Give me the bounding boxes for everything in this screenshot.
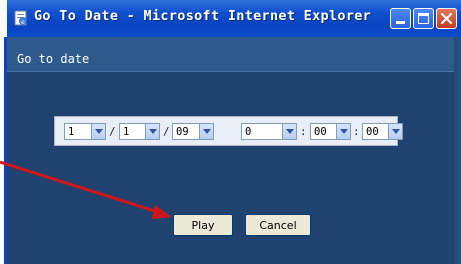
- year-value: 09: [176, 126, 189, 138]
- hour-select[interactable]: 0: [241, 123, 283, 140]
- maximize-button[interactable]: [413, 8, 434, 29]
- month-value: 1: [68, 126, 75, 138]
- date-separator: /: [163, 125, 170, 138]
- year-select[interactable]: 09: [172, 123, 200, 140]
- window-title: Go To Date - Microsoft Internet Explorer: [34, 8, 372, 24]
- minute-dropdown-button[interactable]: [336, 123, 351, 140]
- day-select[interactable]: 1: [119, 123, 146, 140]
- chevron-down-icon: [286, 129, 294, 134]
- chevron-down-icon: [95, 129, 103, 134]
- ie-page-icon: e: [14, 10, 27, 26]
- second-dropdown-button[interactable]: [388, 123, 403, 140]
- month-dropdown-button[interactable]: [91, 123, 106, 140]
- title-bar[interactable]: e Go To Date - Microsoft Internet Explor…: [7, 0, 461, 37]
- dialog-title: Go to date: [17, 52, 90, 66]
- chevron-down-icon: [149, 129, 157, 134]
- time-separator: :: [300, 125, 307, 138]
- close-button[interactable]: [436, 8, 457, 29]
- minimize-button[interactable]: [390, 8, 411, 29]
- chevron-down-icon: [392, 129, 400, 134]
- day-dropdown-button[interactable]: [145, 123, 160, 140]
- chevron-down-icon: [340, 129, 348, 134]
- dialog-header: Go to date: [7, 37, 454, 71]
- play-button[interactable]: Play: [173, 214, 233, 236]
- chevron-down-icon: [203, 129, 211, 134]
- hour-value: 0: [245, 126, 252, 138]
- second-value: 00: [366, 126, 379, 138]
- minute-select[interactable]: 00: [310, 123, 337, 140]
- second-select[interactable]: 00: [362, 123, 389, 140]
- svg-text:e: e: [21, 19, 25, 26]
- minute-value: 00: [314, 126, 327, 138]
- close-icon: [440, 12, 453, 25]
- time-separator: :: [353, 125, 360, 138]
- day-value: 1: [123, 126, 130, 138]
- maximize-icon: [418, 13, 429, 24]
- cancel-button[interactable]: Cancel: [245, 214, 311, 236]
- month-select[interactable]: 1: [64, 123, 92, 140]
- hour-dropdown-button[interactable]: [282, 123, 297, 140]
- year-dropdown-button[interactable]: [199, 123, 214, 140]
- minimize-icon: [396, 21, 405, 24]
- date-separator: /: [109, 125, 116, 138]
